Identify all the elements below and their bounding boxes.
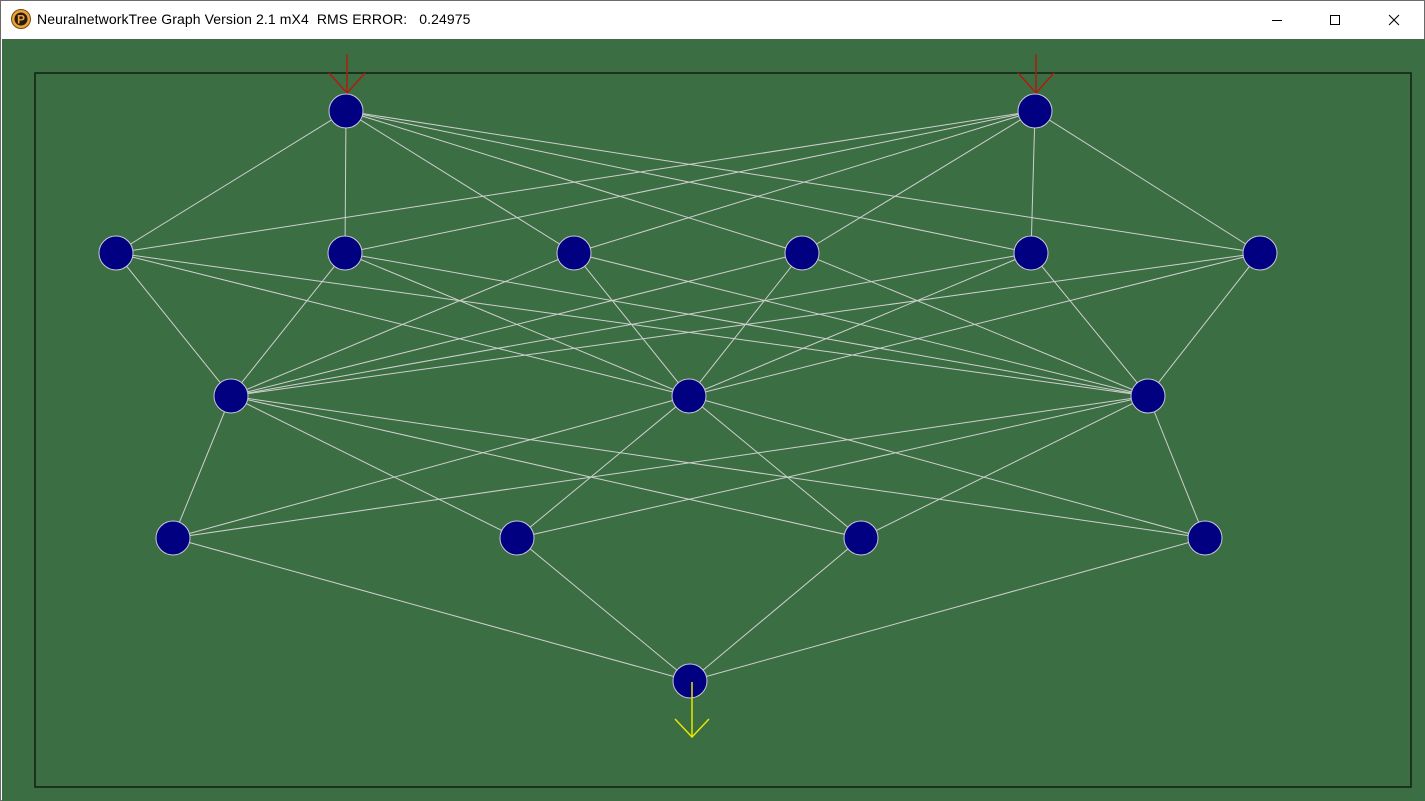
node-hidden-1-5[interactable] (1013, 235, 1049, 271)
edge-hidden-2-3-to-1 (172, 395, 1149, 539)
edge-hidden-3-2-to-1 (516, 537, 691, 682)
node-hidden-3-4[interactable] (1187, 520, 1223, 556)
edge-input-2-to-6 (1034, 110, 1261, 254)
minimize-button[interactable] (1248, 1, 1306, 39)
maximize-button[interactable] (1306, 1, 1364, 39)
edge-hidden-1-6-to-1 (230, 252, 1261, 397)
edge-input-1-to-3 (345, 110, 575, 254)
node-input-1[interactable] (328, 93, 364, 129)
edge-input-1-to-1 (115, 110, 347, 254)
graph-frame (34, 72, 1412, 788)
node-input-2[interactable] (1017, 93, 1053, 129)
node-hidden-3-1[interactable] (155, 520, 191, 556)
edge-hidden-2-1-to-4 (230, 395, 1206, 539)
window-title: NeuralnetworkTree Graph Version 2.1 mX4 … (37, 11, 471, 27)
title-bar[interactable]: P NeuralnetworkTree Graph Version 2.1 mX… (1, 1, 1424, 39)
edge-hidden-1-6-to-2 (688, 252, 1261, 397)
app-window: P NeuralnetworkTree Graph Version 2.1 mX… (0, 0, 1425, 801)
edge-hidden-3-1-to-1 (172, 537, 691, 682)
edge-hidden-1-1-to-1 (115, 252, 232, 397)
close-icon (1388, 14, 1400, 26)
node-output-1[interactable] (672, 663, 708, 699)
neural-network-graph (34, 54, 1412, 788)
edge-hidden-1-6-to-3 (1147, 252, 1261, 397)
minimize-icon (1272, 20, 1282, 21)
edge-hidden-2-3-to-4 (1147, 395, 1206, 539)
node-hidden-1-3[interactable] (556, 235, 592, 271)
node-hidden-2-2[interactable] (671, 378, 707, 414)
node-hidden-2-1[interactable] (213, 378, 249, 414)
node-hidden-1-6[interactable] (1242, 235, 1278, 271)
edge-hidden-1-3-to-1 (230, 252, 575, 397)
node-hidden-1-4[interactable] (784, 235, 820, 271)
graph-canvas-area (2, 39, 1425, 801)
app-logo-icon: P (11, 9, 31, 29)
edge-input-2-to-5 (1030, 110, 1036, 254)
edge-input-2-to-3 (573, 110, 1036, 254)
node-group (98, 93, 1278, 699)
edge-hidden-3-4-to-1 (689, 537, 1206, 682)
edge-input-2-to-1 (115, 110, 1036, 254)
node-hidden-1-2[interactable] (327, 235, 363, 271)
node-hidden-3-2[interactable] (499, 520, 535, 556)
node-hidden-2-3[interactable] (1130, 378, 1166, 414)
edge-hidden-1-4-to-1 (230, 252, 803, 397)
node-hidden-1-1[interactable] (98, 235, 134, 271)
edge-hidden-2-1-to-1 (172, 395, 232, 539)
edge-hidden-1-2-to-1 (230, 252, 346, 397)
edge-input-1-to-2 (344, 110, 347, 254)
maximize-icon (1330, 15, 1340, 25)
close-button[interactable] (1365, 1, 1423, 39)
app-logo-letter: P (17, 13, 25, 27)
edge-hidden-3-3-to-1 (689, 537, 862, 682)
edge-hidden-1-5-to-1 (230, 252, 1032, 397)
edge-input-2-to-4 (801, 110, 1036, 254)
edge-hidden-1-5-to-2 (688, 252, 1032, 397)
node-hidden-3-3[interactable] (843, 520, 879, 556)
edge-hidden-1-5-to-3 (1030, 252, 1149, 397)
